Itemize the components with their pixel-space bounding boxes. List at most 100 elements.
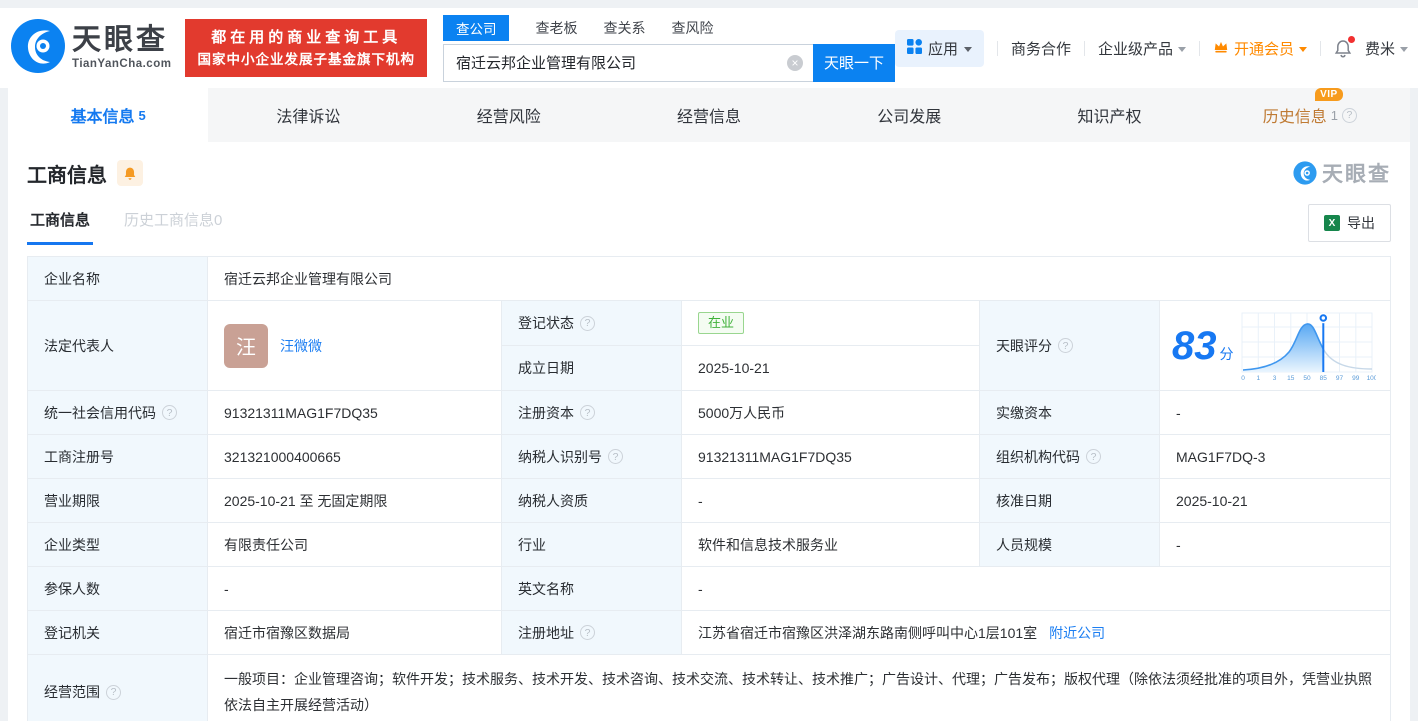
business-registration-card: 工商信息 天眼查 工商信息 历史工商信息0 X 导出 企: [8, 142, 1410, 721]
search-tabs: 查公司 查老板 查关系 查风险: [443, 15, 895, 41]
svg-text:85: 85: [1319, 375, 1327, 382]
svg-text:50: 50: [1303, 375, 1311, 382]
field-label: 实缴资本: [980, 391, 1160, 434]
field-label: 法定代表人: [28, 301, 208, 390]
chevron-down-icon: [964, 47, 972, 52]
logo-domain: TianYanCha.com: [72, 58, 171, 70]
field-label-with-help: 纳税人识别号 ?: [502, 435, 682, 478]
field-label-with-help: 登记状态 ?: [502, 301, 682, 345]
nav-divider: [1084, 41, 1085, 56]
export-button[interactable]: X 导出: [1308, 204, 1391, 242]
legal-rep-link[interactable]: 汪微微: [280, 336, 322, 356]
search-tab-boss[interactable]: 查老板: [535, 15, 577, 41]
reg-authority-value: 宿迁市宿豫区数据局: [208, 611, 502, 654]
banner-line1: 都在用的商业查询工具: [197, 26, 415, 49]
company-name-value: 宿迁云邦企业管理有限公司: [208, 257, 1390, 300]
tab-history-info[interactable]: 历史信息 VIP 1 ?: [1210, 88, 1410, 142]
english-name-value: -: [682, 567, 1390, 610]
business-term-value: 2025-10-21 至 无固定期限: [208, 479, 502, 522]
search-button[interactable]: 天眼一下: [813, 44, 895, 82]
field-label-with-help: 统一社会信用代码 ?: [28, 391, 208, 434]
tab-intellectual-property[interactable]: 知识产权: [1009, 88, 1209, 142]
section-title: 工商信息: [27, 159, 107, 188]
nav-cooperation[interactable]: 商务合作: [1011, 38, 1071, 59]
nav-vip-label: 开通会员: [1234, 38, 1294, 59]
tianyancha-logo[interactable]: 天眼查 TianYanCha.com: [10, 18, 171, 79]
tab-company-development[interactable]: 公司发展: [809, 88, 1009, 142]
top-nav: 应用 商务合作 企业级产品 开通会员: [895, 30, 1408, 67]
search-tab-company[interactable]: 查公司: [443, 15, 510, 41]
search-tab-relation[interactable]: 查关系: [603, 15, 645, 41]
field-label: 登记状态: [518, 313, 574, 333]
help-icon[interactable]: ?: [608, 449, 623, 464]
nav-open-vip[interactable]: 开通会员: [1213, 38, 1307, 59]
tab-label: 基本信息: [71, 103, 135, 127]
field-label: 登记机关: [28, 611, 208, 654]
nav-apps[interactable]: 应用: [895, 30, 984, 67]
page-header: 天眼查 TianYanCha.com 都在用的商业查询工具 国家中小企业发展子基…: [0, 8, 1418, 88]
field-label: 统一社会信用代码: [44, 403, 156, 423]
help-icon[interactable]: ?: [1086, 449, 1101, 464]
table-row: 经营范围 ? 一般项目：企业管理咨询；软件开发；技术服务、技术开发、技术咨询、技…: [28, 655, 1390, 721]
tab-business-info[interactable]: 经营信息: [609, 88, 809, 142]
table-row: 统一社会信用代码 ? 91321311MAG1F7DQ35 注册资本 ? 500…: [28, 391, 1390, 435]
field-label: 人员规模: [980, 523, 1160, 566]
field-label: 英文名称: [502, 567, 682, 610]
tab-basic-info[interactable]: 基本信息 5: [8, 88, 208, 142]
notifications-bell-icon[interactable]: [1334, 39, 1352, 58]
approval-date-value: 2025-10-21: [1160, 479, 1390, 522]
field-label-with-help: 天眼评分 ?: [980, 301, 1160, 390]
nav-apps-label: 应用: [928, 38, 958, 59]
svg-text:100: 100: [1366, 375, 1375, 382]
help-icon[interactable]: ?: [162, 405, 177, 420]
tab-label: 经营信息: [677, 103, 741, 127]
tab-legal-proceedings[interactable]: 法律诉讼: [208, 88, 408, 142]
reg-address-cell: 江苏省宿迁市宿豫区洪泽湖东路南侧呼叫中心1层101室 附近公司: [682, 611, 1390, 654]
help-icon[interactable]: ?: [580, 405, 595, 420]
tab-operational-risk[interactable]: 经营风险: [409, 88, 609, 142]
watermark-swirl-icon: [1293, 161, 1317, 185]
nearby-companies-link[interactable]: 附近公司: [1049, 623, 1105, 643]
paid-capital-value: -: [1160, 391, 1390, 434]
tab-count: 1: [1331, 108, 1338, 123]
nav-enterprise[interactable]: 企业级产品: [1098, 38, 1186, 59]
nav-user[interactable]: 费米: [1365, 38, 1408, 59]
tab-count: 5: [139, 108, 146, 123]
help-icon[interactable]: ?: [580, 316, 595, 331]
field-label: 营业期限: [28, 479, 208, 522]
svg-text:1: 1: [1256, 375, 1260, 382]
help-icon[interactable]: ?: [1342, 108, 1357, 123]
field-label: 企业名称: [28, 257, 208, 300]
search-input[interactable]: [443, 44, 813, 82]
taxpayer-quali-value: -: [682, 479, 980, 522]
svg-text:99: 99: [1352, 375, 1360, 382]
search-block: 查公司 查老板 查关系 查风险 × 天眼一下: [443, 15, 895, 82]
reg-number-value: 321321000400665: [208, 435, 502, 478]
status-badge: 在业: [698, 312, 744, 335]
apps-grid-icon: [907, 39, 922, 58]
table-row: 企业名称 宿迁云邦企业管理有限公司: [28, 257, 1390, 301]
banner-line2: 国家中小企业发展子基金旗下机构: [197, 50, 415, 70]
watermark-text: 天眼查: [1322, 158, 1391, 188]
search-tab-risk[interactable]: 查风险: [671, 15, 713, 41]
clear-input-icon[interactable]: ×: [787, 55, 803, 71]
insured-count-value: -: [208, 567, 502, 610]
table-row: 企业类型 有限责任公司 行业 软件和信息技术服务业 人员规模 -: [28, 523, 1390, 567]
notification-dot: [1348, 36, 1355, 43]
monitor-bell-icon[interactable]: [117, 160, 143, 186]
help-icon[interactable]: ?: [580, 625, 595, 640]
help-icon[interactable]: ?: [106, 685, 121, 700]
establish-date-value: 2025-10-21: [682, 346, 979, 390]
subtab-current-registration[interactable]: 工商信息: [27, 209, 93, 245]
field-label: 经营范围: [44, 682, 100, 702]
field-label-with-help: 经营范围 ?: [28, 655, 208, 721]
chevron-down-icon: [1178, 47, 1186, 52]
reg-address-value: 江苏省宿迁市宿豫区洪泽湖东路南侧呼叫中心1层101室: [698, 623, 1037, 643]
table-row: 工商注册号 321321000400665 纳税人识别号 ? 91321311M…: [28, 435, 1390, 479]
subtab-history-registration[interactable]: 历史工商信息0: [121, 209, 225, 245]
score-unit: 分: [1220, 344, 1234, 364]
logo-title: 天眼查: [72, 26, 171, 55]
nav-user-label: 费米: [1365, 38, 1395, 59]
help-icon[interactable]: ?: [1058, 338, 1073, 353]
tab-label: 历史信息: [1263, 109, 1327, 126]
